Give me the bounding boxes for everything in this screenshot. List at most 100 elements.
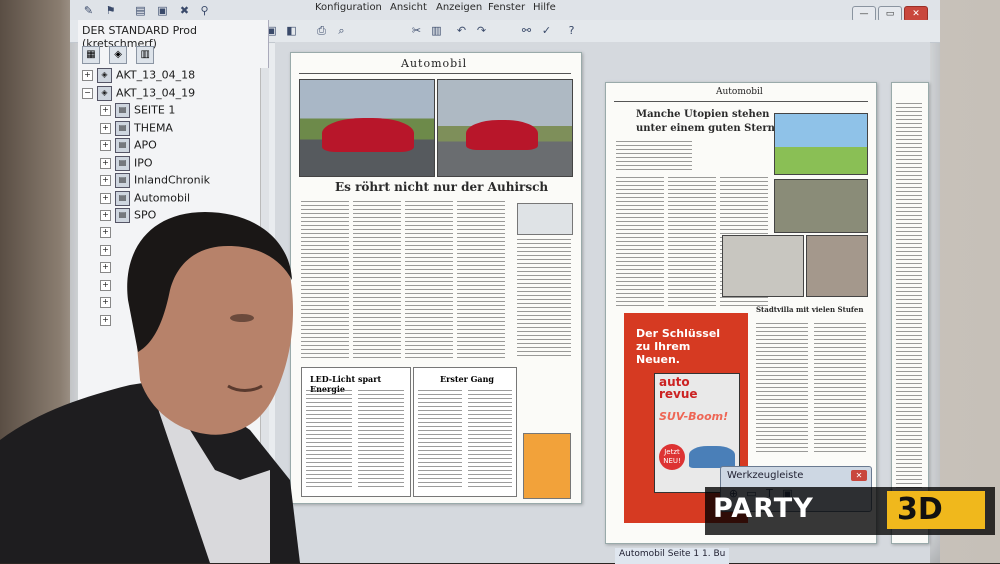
- text-column: [814, 323, 866, 453]
- tree-item-collapsed[interactable]: +: [82, 278, 210, 296]
- sidebar-tab-pages[interactable]: ▦: [82, 46, 100, 64]
- menu-anzeigen[interactable]: Anzeigen: [436, 2, 482, 13]
- expand-icon[interactable]: +: [100, 262, 111, 273]
- text-column: [405, 201, 453, 361]
- check-icon[interactable]: ✓: [540, 24, 553, 37]
- expand-icon[interactable]: +: [82, 70, 93, 81]
- ad-headline: Der Schlüssel zu Ihrem Neuen.: [636, 327, 736, 366]
- box-title: Erster Gang: [440, 374, 495, 384]
- sidebar-tabs: ▦ ◈ ▥: [82, 42, 158, 64]
- tree-item-label: AKT_13_04_18: [116, 68, 196, 82]
- layers-icon[interactable]: ◧: [285, 24, 298, 37]
- collapse-icon[interactable]: −: [82, 87, 93, 99]
- text-column: [896, 103, 922, 523]
- redo-icon[interactable]: ↷: [475, 24, 488, 37]
- menu-konfiguration[interactable]: Konfiguration: [315, 2, 382, 13]
- preview-icon[interactable]: ⌕: [335, 24, 348, 37]
- new-badge: Jetzt NEU!: [659, 444, 685, 470]
- text-column: [668, 177, 716, 307]
- people-photo: [806, 235, 868, 297]
- expand-icon[interactable]: +: [100, 279, 111, 291]
- magazine-title-2: revue: [659, 387, 698, 401]
- magazine-title: auto revue: [659, 376, 698, 400]
- room-photo: [722, 235, 804, 297]
- sidebar-tab-objects[interactable]: ◈: [109, 46, 128, 64]
- text-column: [756, 323, 808, 453]
- expand-icon[interactable]: +: [100, 157, 111, 169]
- tree-item-inlandchronik[interactable]: + ▤ InlandChronik: [82, 173, 210, 191]
- page-icon: ▤: [115, 173, 130, 188]
- watermark-badge-text: 3D: [897, 492, 943, 527]
- find-icon[interactable]: ⚯: [520, 24, 533, 37]
- tree-item-label: APO: [134, 138, 157, 152]
- menu-fenster[interactable]: Fenster: [488, 2, 525, 13]
- article-subhead: Stadtvilla mit vielen Stufen: [756, 305, 864, 314]
- tool-icon-2[interactable]: ⚑: [104, 4, 117, 17]
- expand-icon[interactable]: +: [100, 244, 111, 256]
- tree-item-spo[interactable]: + ▤ SPO: [82, 208, 210, 226]
- watermark-text: PARTY: [713, 493, 814, 524]
- tree-item-collapsed[interactable]: +: [82, 313, 210, 331]
- tree-item-label: SEITE 1: [134, 103, 176, 117]
- tree-item-automobil[interactable]: + ▤ Automobil: [82, 190, 210, 209]
- undo-icon[interactable]: ↶: [455, 24, 468, 37]
- newspaper-page-left[interactable]: Automobil Es röhrt nicht nur der Auhirsc…: [290, 52, 582, 504]
- sidebar-tab-layout[interactable]: ▥: [136, 46, 155, 64]
- page-icon: ▤: [115, 208, 130, 223]
- text-column: [353, 201, 401, 361]
- tool-icon-6[interactable]: ⚲: [198, 4, 211, 17]
- article-headline: Es röhrt nicht nur der Auhirsch: [335, 180, 549, 194]
- expand-icon[interactable]: +: [100, 122, 111, 134]
- tool-icon-4[interactable]: ▣: [156, 4, 169, 17]
- tree-item-collapsed[interactable]: +: [82, 261, 210, 279]
- tree-item-collapsed[interactable]: +: [82, 296, 210, 314]
- text-column: [306, 390, 352, 490]
- text-column: [616, 141, 692, 171]
- expand-icon[interactable]: +: [100, 297, 111, 308]
- tree-item-label: THEMA: [134, 121, 173, 134]
- tree-item-ipo[interactable]: + ▤ IPO: [82, 155, 210, 174]
- cut-icon[interactable]: ✂: [410, 24, 423, 37]
- expand-icon[interactable]: +: [100, 175, 111, 186]
- tree-item-thema[interactable]: + ▤ THEMA: [82, 120, 210, 139]
- menu-hilfe[interactable]: Hilfe: [533, 2, 556, 13]
- tool-icon-3[interactable]: ▤: [134, 4, 147, 17]
- page-section-title: Automobil: [716, 87, 763, 97]
- tree-item-collapsed[interactable]: +: [82, 226, 210, 244]
- help-icon[interactable]: ?: [565, 24, 578, 37]
- ad-line-2: zu Ihrem Neuen.: [636, 340, 691, 366]
- header-rule: [299, 73, 571, 74]
- tool-window-title: Werkzeugleiste: [727, 470, 804, 481]
- car-photo-left: [299, 79, 435, 177]
- tree-item-collapsed[interactable]: +: [82, 243, 210, 261]
- tree-item-akt-13-04-18[interactable]: + ◈ AKT_13_04_18: [82, 68, 210, 86]
- expand-icon[interactable]: +: [100, 105, 111, 116]
- text-column: [457, 201, 505, 361]
- tree-item-label: AKT_13_04_19: [116, 86, 196, 99]
- car-photo-right: [437, 79, 573, 177]
- page-icon: ▤: [115, 103, 130, 118]
- tree-item-label: SPO: [134, 208, 157, 222]
- text-column: [616, 177, 664, 307]
- newspaper-page-strip[interactable]: [891, 82, 929, 544]
- expand-icon[interactable]: +: [100, 140, 111, 151]
- expand-icon[interactable]: +: [100, 210, 111, 221]
- expand-icon[interactable]: +: [100, 227, 111, 238]
- tree-item-seite-1[interactable]: + ▤ SEITE 1: [82, 103, 210, 121]
- text-column: [301, 201, 349, 361]
- tree-item-apo[interactable]: + ▤ APO: [82, 138, 210, 156]
- paste-icon[interactable]: ▥: [430, 24, 443, 37]
- sidebar-scrollbar[interactable]: [260, 68, 269, 548]
- info-box-gang: Erster Gang: [413, 367, 517, 497]
- tool-icon-5[interactable]: ✖: [178, 4, 191, 17]
- red-car: [466, 120, 538, 150]
- expand-icon[interactable]: +: [100, 192, 111, 204]
- party3d-watermark: PARTY 3D: [705, 487, 995, 535]
- expand-icon[interactable]: +: [100, 314, 111, 326]
- print-icon[interactable]: ⎙: [315, 24, 328, 37]
- tree-item-akt-13-04-19[interactable]: − ◈ AKT_13_04_19: [82, 85, 210, 104]
- tool-window-close-button[interactable]: ✕: [851, 470, 867, 481]
- article-headline: Manche Utopien stehen: [636, 109, 770, 120]
- menu-ansicht[interactable]: Ansicht: [390, 2, 427, 13]
- tool-icon-1[interactable]: ✎: [82, 4, 95, 17]
